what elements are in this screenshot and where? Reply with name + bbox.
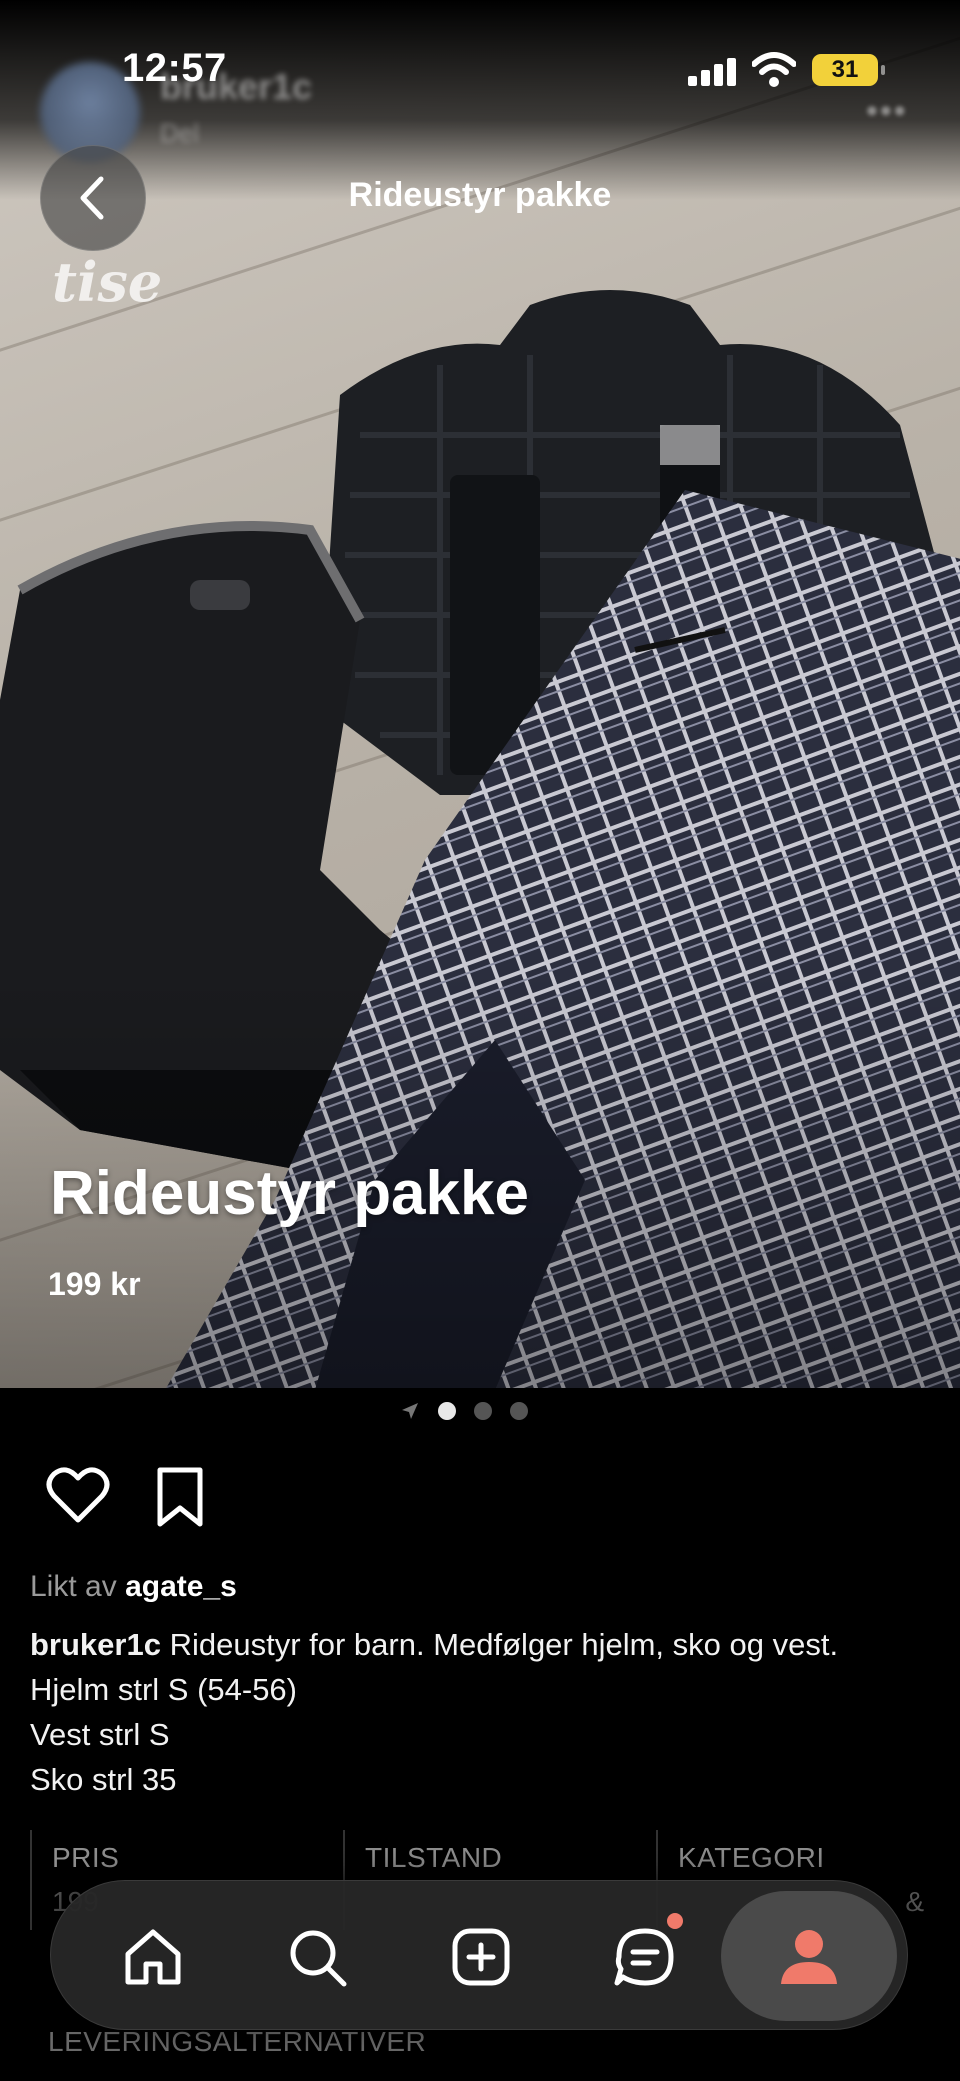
profile-icon bbox=[781, 1930, 837, 1984]
home-icon bbox=[125, 1929, 181, 1985]
location-arrow-icon bbox=[402, 1403, 418, 1419]
add-icon bbox=[452, 1928, 510, 1986]
chat-icon bbox=[614, 1928, 674, 1986]
liked-by-prefix: Likt av bbox=[30, 1570, 117, 1603]
tab-profile[interactable] bbox=[721, 1891, 897, 2021]
cellular-signal-icon bbox=[688, 58, 738, 86]
tab-home[interactable] bbox=[103, 1907, 203, 2007]
share-label: Del bbox=[160, 118, 200, 148]
detail-label: KATEGORI bbox=[678, 1842, 825, 1873]
nav-title: Rideustyr pakke bbox=[348, 176, 612, 214]
detail-label: TILSTAND bbox=[365, 1842, 503, 1873]
more-options-icon[interactable]: ••• bbox=[866, 92, 908, 131]
delivery-options-heading: LEVERINGSALTERNATIVER bbox=[48, 2026, 427, 2057]
detail-label: PRIS bbox=[52, 1842, 120, 1873]
search-icon bbox=[290, 1930, 347, 1987]
listing-title: Rideustyr pakke bbox=[50, 1159, 529, 1228]
listing-price: 199 kr bbox=[48, 1266, 141, 1302]
tise-logo: tise bbox=[52, 250, 163, 314]
carousel-dot[interactable] bbox=[510, 1402, 528, 1420]
description-line: Rideustyr for barn. Medfølger hjelm, sko… bbox=[169, 1627, 839, 1662]
description-line: Vest strl S bbox=[30, 1717, 170, 1752]
description-line: Hjelm strl S (54-56) bbox=[30, 1672, 297, 1707]
bottom-tab-bar bbox=[50, 1880, 908, 2030]
tab-add-listing[interactable] bbox=[431, 1907, 531, 2007]
tab-search[interactable] bbox=[267, 1907, 367, 2007]
bookmark-icon[interactable] bbox=[154, 1466, 206, 1528]
liked-by-user[interactable]: agate_s bbox=[125, 1570, 237, 1603]
battery-indicator: 31 bbox=[812, 54, 885, 86]
description-line: Sko strl 35 bbox=[30, 1762, 177, 1797]
liked-by: Likt av agate_s bbox=[30, 1570, 237, 1604]
notification-badge bbox=[667, 1913, 683, 1929]
carousel-indicator[interactable] bbox=[400, 1398, 528, 1424]
carousel-dot[interactable] bbox=[474, 1402, 492, 1420]
wifi-icon bbox=[752, 52, 796, 87]
post-author[interactable]: bruker1c bbox=[30, 1627, 161, 1662]
tab-messages[interactable] bbox=[595, 1907, 695, 2007]
like-heart-icon[interactable] bbox=[46, 1466, 110, 1524]
status-time: 12:57 bbox=[122, 46, 227, 90]
listing-description: bruker1c Rideustyr for barn. Medfølger h… bbox=[30, 1622, 940, 1802]
carousel-dot[interactable] bbox=[438, 1402, 456, 1420]
